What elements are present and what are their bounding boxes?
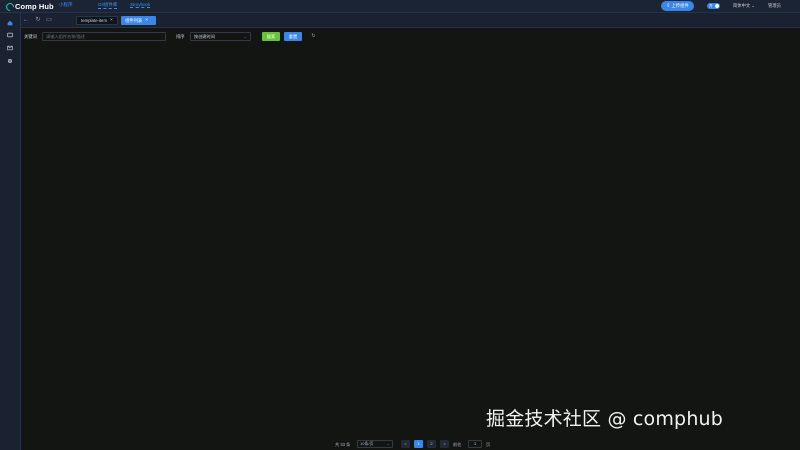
goto-page-input[interactable]: 1 — [468, 440, 482, 448]
component-icon — [6, 32, 13, 37]
back-icon[interactable]: ← — [22, 16, 30, 24]
language-label: 简体中文 — [733, 3, 751, 8]
upload-button-label: 上传组件 — [671, 3, 689, 8]
settings-icon — [7, 58, 12, 63]
header-link-git[interactable]: Git组件库 — [98, 2, 118, 9]
sort-value: 按创建时间 — [194, 34, 215, 39]
app-logo[interactable]: Comp Hub — [4, 0, 54, 13]
top-header: Comp Hub 小程序 Git组件库 Storybook ⇧ 上传组件 开 简… — [0, 0, 800, 13]
header-link-miniprogram[interactable]: 小程序 — [59, 2, 73, 8]
refresh-page-icon[interactable]: ↻ — [34, 16, 42, 24]
sidebar-item-mail[interactable] — [5, 43, 14, 52]
mail-icon — [6, 45, 13, 50]
toggle-label: 开 — [709, 3, 713, 8]
theme-toggle[interactable]: 开 — [707, 3, 720, 9]
chevron-down-icon: ⌄ — [243, 34, 247, 39]
page-button[interactable]: 1 — [414, 440, 423, 448]
keyword-label: 关键词 — [24, 34, 37, 39]
header-link-storybook[interactable]: Storybook — [130, 2, 151, 8]
upload-icon: ⇧ — [666, 3, 671, 9]
sidebar-item-home[interactable] — [5, 18, 14, 27]
goto-label: 前往 — [453, 442, 462, 447]
pagination-total: 共 33 条 — [335, 442, 351, 447]
tab-bar: ← ↻ ▭ template-item × 组件列表 × — [21, 13, 800, 28]
tab-label: template-item — [81, 18, 108, 23]
close-icon[interactable]: × — [110, 16, 113, 25]
watermark-text: 掘金技术社区 @ comphub — [486, 408, 724, 430]
sidebar-item-settings[interactable] — [5, 56, 14, 65]
sidebar — [0, 13, 21, 450]
refresh-icon[interactable]: ↻ — [310, 32, 317, 41]
close-icon[interactable]: × — [145, 16, 148, 25]
keyword-search-input[interactable] — [42, 32, 166, 41]
chevron-down-icon: ⌄ — [386, 441, 390, 446]
logo-text: Comp Hub — [15, 2, 54, 11]
logo-icon — [4, 0, 16, 13]
upload-component-button[interactable]: ⇧ 上传组件 — [661, 1, 694, 11]
user-name[interactable]: 管理员 — [768, 3, 781, 9]
toggle-knob — [715, 4, 719, 8]
page-button[interactable]: 2 — [427, 440, 436, 448]
prev-page-button[interactable]: < — [401, 440, 410, 448]
search-button[interactable]: 搜索 — [262, 32, 280, 41]
sidebar-item-components[interactable] — [5, 30, 14, 39]
sort-label: 排序 — [176, 34, 185, 39]
tab-component-list[interactable]: 组件列表 × — [121, 16, 156, 25]
window-icon[interactable]: ▭ — [45, 16, 53, 24]
reset-button[interactable]: 重置 — [284, 32, 302, 41]
next-page-button[interactable]: > — [440, 440, 449, 448]
sort-select[interactable]: 按创建时间 ⌄ — [190, 32, 251, 41]
page-size-value: 10条/页 — [360, 441, 374, 446]
app-root: Comp Hub 小程序 Git组件库 Storybook ⇧ 上传组件 开 简… — [0, 0, 800, 450]
chevron-down-icon: ⌄ — [751, 3, 755, 8]
language-select[interactable]: 简体中文 ⌄ — [733, 3, 755, 9]
page-size-select[interactable]: 10条/页 ⌄ — [357, 440, 393, 448]
home-icon — [7, 20, 12, 25]
tab-template-item[interactable]: template-item × — [76, 16, 118, 25]
tab-label: 组件列表 — [125, 18, 143, 23]
goto-suffix: 页 — [486, 442, 491, 447]
